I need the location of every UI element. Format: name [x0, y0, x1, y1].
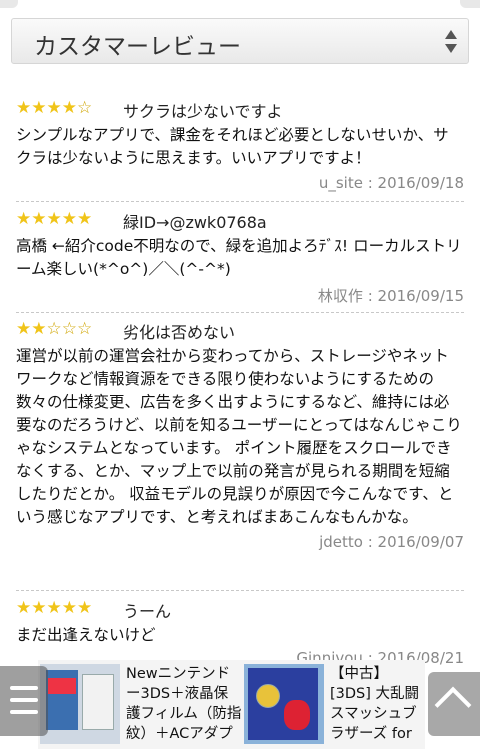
- review-item: ★★★★☆ サクラは少ないですよ シンプルなアプリで、課金をそれほど必要としない…: [16, 98, 464, 192]
- review-body: シンプルなアプリで、課金をそれほど必要としないせいか、サクラは少ないように思えま…: [16, 126, 449, 167]
- top-left-edge: [0, 0, 18, 8]
- star-filled-icon: ★: [46, 98, 62, 118]
- star-filled-icon: ★: [61, 598, 77, 618]
- star-rating: ★★★★★: [16, 209, 92, 229]
- review-date: 2016/09/15: [377, 287, 464, 305]
- review-title: 緑ID→@zwk0768a: [123, 213, 267, 232]
- review-author: jdetto: [319, 533, 363, 551]
- star-empty-icon: ☆: [77, 319, 93, 339]
- star-filled-icon: ★: [61, 209, 77, 229]
- star-empty-icon: ☆: [46, 319, 62, 339]
- star-filled-icon: ★: [16, 209, 32, 229]
- sort-arrows-icon: [444, 28, 458, 56]
- ad-banner: Newニンテンドー3DS＋液晶保護フィルム（防指紋）＋ACアダプタ＋大乱闘ス 【…: [0, 656, 480, 749]
- review-body: まだ出逢えないけど: [16, 626, 156, 644]
- review-meta: jdetto : 2016/09/07: [319, 533, 464, 551]
- hamburger-icon-line: [10, 710, 38, 714]
- review-body: 運営が以前の運営会社から変わってから、ストレージやネットワークなど情報資源をでき…: [16, 347, 462, 526]
- top-strip: [0, 0, 480, 10]
- star-filled-icon: ★: [61, 98, 77, 118]
- review-item: ★★★★★ 緑ID→@zwk0768a 高橋 ←紹介code不明なので、緑を追加…: [16, 209, 464, 306]
- top-right-edge: [460, 0, 480, 8]
- star-empty-icon: ☆: [77, 98, 93, 118]
- menu-button[interactable]: [0, 666, 48, 736]
- star-filled-icon: ★: [31, 319, 47, 339]
- review-date: 2016/09/07: [377, 533, 464, 551]
- review-item: ★★☆☆☆ 劣化は否めない 運営が以前の運営会社から変わってから、ストレージやネ…: [16, 319, 464, 551]
- divider: [16, 590, 464, 591]
- scroll-top-button[interactable]: [428, 672, 480, 736]
- ad-product-title[interactable]: 【中古】[3DS] 大乱闘スマッシュブラザーズ for ニンテンドー3DS (ス…: [330, 664, 426, 745]
- review-meta: u_site : 2016/09/18: [318, 174, 464, 192]
- review-meta: 林収作 : 2016/09/15: [317, 287, 464, 305]
- star-filled-icon: ★: [77, 209, 93, 229]
- review-author: 林収作: [317, 287, 363, 305]
- ad-product-image[interactable]: [244, 664, 324, 744]
- review-body: 高橋 ←紹介code不明なので、緑を追加よろﾃﾞｽ! ローカルストリーム楽しい(…: [16, 237, 462, 278]
- star-filled-icon: ★: [16, 319, 32, 339]
- review-date: 2016/09/18: [377, 174, 464, 192]
- chevron-up-icon: [434, 686, 472, 724]
- star-filled-icon: ★: [16, 98, 32, 118]
- divider: [16, 312, 464, 313]
- star-rating: ★★★★☆: [16, 98, 92, 118]
- divider: [16, 201, 464, 202]
- star-filled-icon: ★: [31, 98, 47, 118]
- sort-select-label: カスタマーレビュー: [34, 34, 241, 60]
- review-title: 劣化は否めない: [123, 323, 236, 342]
- star-rating: ★★☆☆☆: [16, 319, 92, 339]
- star-filled-icon: ★: [31, 598, 47, 618]
- ad-product-image[interactable]: [40, 664, 120, 744]
- review-sort-select[interactable]: カスタマーレビュー: [11, 18, 469, 64]
- review-author: u_site: [318, 174, 363, 192]
- hamburger-icon-line: [10, 698, 38, 702]
- hamburger-icon: [10, 686, 38, 690]
- star-filled-icon: ★: [31, 209, 47, 229]
- star-filled-icon: ★: [16, 598, 32, 618]
- ad-product-title[interactable]: Newニンテンドー3DS＋液晶保護フィルム（防指紋）＋ACアダプタ＋大乱闘ス: [126, 664, 242, 745]
- star-filled-icon: ★: [46, 209, 62, 229]
- star-empty-icon: ☆: [61, 319, 77, 339]
- review-title: サクラは少ないですよ: [123, 102, 283, 121]
- star-rating: ★★★★★: [16, 598, 92, 618]
- star-filled-icon: ★: [77, 598, 93, 618]
- review-title: うーん: [123, 602, 172, 621]
- star-filled-icon: ★: [46, 598, 62, 618]
